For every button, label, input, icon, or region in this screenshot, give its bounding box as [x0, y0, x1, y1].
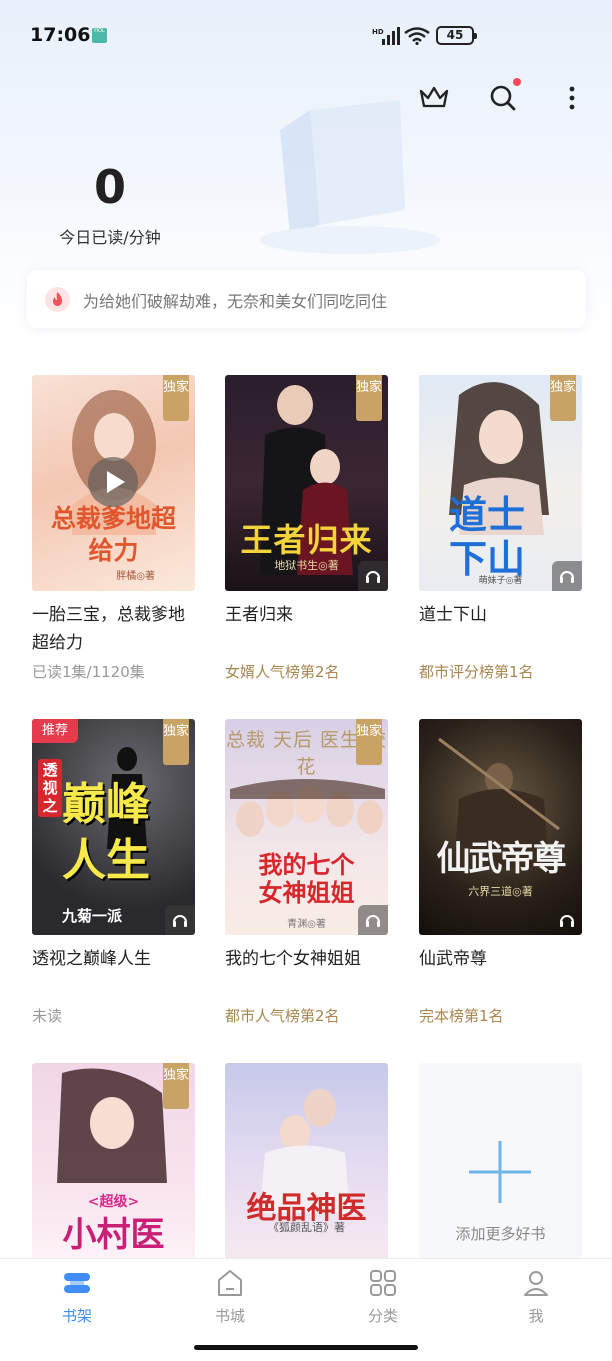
book-cover[interactable]: 道士下山 萌妹子◎著 独家 [419, 375, 582, 591]
book-cover[interactable]: 仙武帝尊 六界三道◎著 [419, 719, 582, 935]
home-indicator[interactable] [194, 1345, 418, 1350]
nav-label: 书城 [214, 1307, 245, 1325]
cover-title: 总裁爹地超给力 [50, 504, 176, 565]
book-cover[interactable]: 绝品神医 《狐颜乱语》著 [225, 1063, 388, 1263]
book-ranking: 完本榜第1名 [419, 1007, 504, 1025]
cover-title: 道士下山 [449, 492, 526, 581]
book-cover[interactable]: 透视之 巅峰人生 九菊一派 推荐 独家 [32, 719, 195, 935]
exclusive-tag: 独家 [163, 375, 189, 421]
book-progress: 已读1集/1120集 [32, 663, 145, 681]
nav-bookshelf[interactable]: 书架 [37, 1267, 117, 1326]
add-more-label: 添加更多好书 [455, 1225, 546, 1243]
notification-dot [513, 78, 521, 86]
book-ranking: 都市人气榜第2名 [225, 1007, 340, 1025]
cover-author: 胖橘◎著 [116, 571, 155, 582]
nav-label: 我 [528, 1307, 544, 1325]
battery-indicator: 45 [436, 26, 477, 45]
wifi-icon [404, 27, 430, 45]
book-title: 一胎三宝，总裁爹地超给力 [32, 605, 185, 653]
book-progress: 未读 [32, 1007, 63, 1025]
decorative-illustration [260, 100, 440, 254]
book-ranking: 女婿人气榜第2名 [225, 663, 340, 681]
exclusive-tag: 独家 [163, 719, 189, 765]
cover-subtitle: 透视之 [38, 759, 62, 817]
recommend-banner[interactable]: 为给她们破解劫难，无奈和美女们同吃同住 [27, 270, 586, 328]
audiobook-icon [552, 905, 582, 935]
cover-author: 《狐颜乱语》著 [268, 1221, 345, 1234]
today-read-count: 0 [93, 160, 126, 214]
recommend-tag: 推荐 [32, 719, 78, 743]
more-icon[interactable] [556, 82, 588, 114]
exclusive-tag: 独家 [356, 719, 382, 765]
nav-label: 分类 [367, 1307, 398, 1325]
cover-title: 小村医 [62, 1215, 165, 1255]
app-notification-icon: HOL [92, 28, 107, 43]
bookshelf-icon [64, 1273, 90, 1293]
play-video-button[interactable] [88, 457, 138, 507]
nav-label: 书架 [61, 1307, 92, 1325]
book-cover[interactable]: 王者归来 地狱书生◎著 独家 [225, 375, 388, 591]
book-cover[interactable]: 总裁 天后 医生 校花 我的七个女神姐姐 青渊◎著 独家 [225, 719, 388, 935]
nav-profile[interactable]: 我 [496, 1267, 576, 1326]
book-cover[interactable]: 总裁爹地超给力 胖橘◎著 独家 [32, 375, 195, 591]
profile-icon [524, 1271, 548, 1296]
book-ranking: 都市评分榜第1名 [419, 663, 534, 681]
status-bar: 17:06 HOL HD 45 [0, 0, 612, 72]
exclusive-tag: 独家 [356, 375, 382, 421]
add-more-books-button[interactable]: 添加更多好书 [419, 1063, 582, 1263]
status-time: 17:06 [30, 24, 91, 46]
search-icon[interactable] [487, 82, 519, 114]
book-cover[interactable]: <超级> 小村医 独家 [32, 1063, 195, 1263]
nav-bookstore[interactable]: 书城 [190, 1267, 270, 1326]
book-title: 仙武帝尊 [419, 949, 487, 969]
cover-title: 王者归来 [240, 521, 373, 559]
book-title: 透视之巅峰人生 [32, 949, 151, 969]
cover-title: 巅峰人生 [62, 779, 150, 886]
audiobook-icon [358, 905, 388, 935]
cover-title: 仙武帝尊 [436, 839, 567, 879]
category-icon [370, 1270, 396, 1296]
signal-icon: HD [372, 27, 400, 45]
exclusive-tag: 独家 [163, 1063, 189, 1109]
network-type-label: HD [372, 28, 384, 36]
plus-icon [469, 1141, 531, 1203]
exclusive-tag: 独家 [550, 375, 576, 421]
nav-category[interactable]: 分类 [343, 1267, 423, 1326]
fire-icon [45, 287, 70, 312]
cover-art [438, 737, 560, 869]
today-read-label: 今日已读/分钟 [59, 228, 161, 247]
book-title: 道士下山 [419, 605, 487, 625]
audiobook-icon [165, 905, 195, 935]
bookstore-icon [218, 1270, 242, 1296]
banner-text: 为给她们破解劫难，无奈和美女们同吃同住 [83, 292, 388, 311]
book-title: 王者归来 [225, 605, 293, 625]
cover-title: 我的七个女神姐姐 [258, 850, 355, 907]
audiobook-icon [552, 561, 582, 591]
cover-author: 六界三道◎著 [468, 885, 533, 898]
book-title: 我的七个女神姐姐 [225, 949, 361, 969]
audiobook-icon [358, 561, 388, 591]
